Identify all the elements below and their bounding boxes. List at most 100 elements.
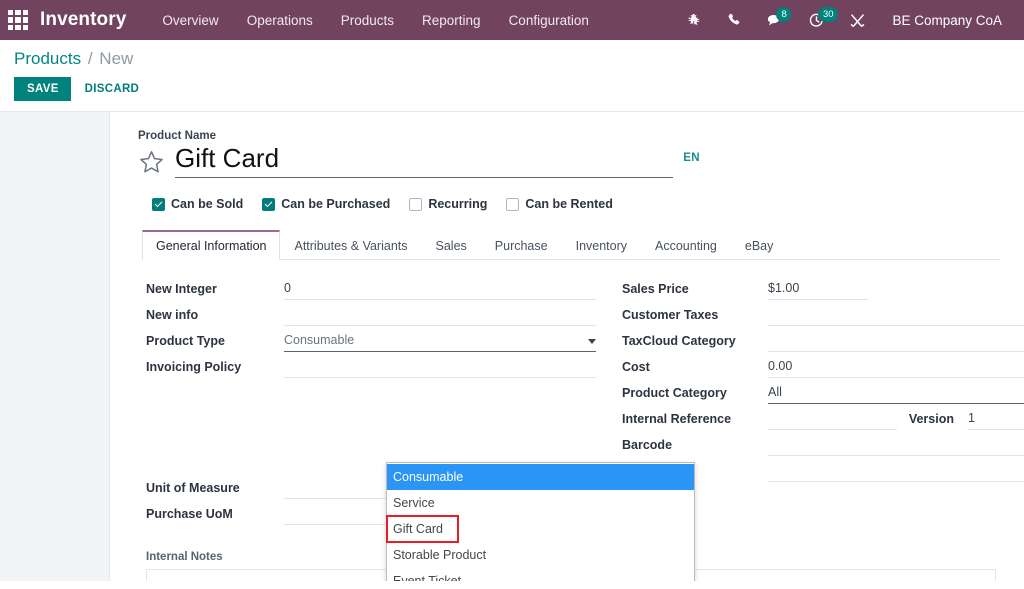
field-new-info: New info xyxy=(146,300,596,326)
product-title-row: Gift Card EN xyxy=(138,143,683,180)
field-taxcloud-category-value[interactable] xyxy=(768,334,1024,352)
field-customer-taxes-value[interactable] xyxy=(768,308,1024,326)
language-badge[interactable]: EN xyxy=(683,152,700,164)
field-company-value[interactable] xyxy=(768,464,1024,482)
field-cost-value[interactable]: 0.00 xyxy=(768,359,1024,378)
navbar-systray: 8 30 BE Company CoA xyxy=(674,0,1012,40)
field-invoicing-policy-value[interactable] xyxy=(284,360,596,378)
field-new-integer-label: New Integer xyxy=(146,282,284,300)
dropdown-option-service[interactable]: Service xyxy=(387,490,694,516)
field-purchase-uom-label: Purchase UoM xyxy=(146,507,284,525)
product-name-value[interactable]: Gift Card xyxy=(175,143,683,177)
top-navbar: Inventory Overview Operations Products R… xyxy=(0,0,1024,40)
field-product-category: Product Category All xyxy=(622,378,1024,404)
field-new-info-value[interactable] xyxy=(284,308,596,326)
field-taxcloud-category: TaxCloud Category xyxy=(622,326,1024,352)
breadcrumb-separator: / xyxy=(88,49,93,68)
menu-item-overview[interactable]: Overview xyxy=(148,2,232,39)
control-panel-buttons: SAVE DISCARD xyxy=(14,77,1024,101)
apps-grid-icon[interactable] xyxy=(8,10,28,30)
field-sales-price-value[interactable]: $1.00 xyxy=(768,281,868,300)
breadcrumb-current: New xyxy=(99,49,133,68)
product-flags-row: Can be Sold Can be Purchased Recurring C… xyxy=(152,197,1024,211)
save-button[interactable]: SAVE xyxy=(14,77,71,101)
field-cost-label: Cost xyxy=(622,360,768,378)
internal-reference-with-version: Version 1 xyxy=(768,411,1024,430)
tab-inventory[interactable]: Inventory xyxy=(562,230,641,260)
field-sales-price: Sales Price $1.00 xyxy=(622,274,1024,300)
field-taxcloud-category-label: TaxCloud Category xyxy=(622,334,768,352)
dropdown-option-gift-card[interactable]: Gift Card xyxy=(387,516,458,542)
tab-ebay[interactable]: eBay xyxy=(731,230,788,260)
bug-icon[interactable] xyxy=(674,0,714,40)
product-type-dropdown: Consumable Service Gift Card Storable Pr… xyxy=(386,462,695,581)
field-invoicing-policy-label: Invoicing Policy xyxy=(146,360,284,378)
left-rail xyxy=(0,112,110,581)
field-product-type-select[interactable]: Consumable xyxy=(284,333,596,352)
checkbox-can-be-rented[interactable]: Can be Rented xyxy=(506,197,613,211)
field-product-type-label: Product Type xyxy=(146,334,284,352)
field-barcode-label: Barcode xyxy=(622,438,768,456)
dropdown-option-storable-product[interactable]: Storable Product xyxy=(387,542,694,568)
field-cost: Cost 0.00 xyxy=(622,352,1024,378)
form-sheet: Product Name Gift Card EN Can be Sold Ca… xyxy=(110,112,1024,581)
checkbox-can-be-purchased-box[interactable] xyxy=(262,198,275,211)
menu-item-reporting[interactable]: Reporting xyxy=(408,2,495,39)
control-panel: Products / New SAVE DISCARD xyxy=(0,40,1024,112)
menu-item-products[interactable]: Products xyxy=(327,2,408,39)
tab-general-information[interactable]: General Information xyxy=(142,230,280,260)
checkbox-recurring-box[interactable] xyxy=(409,198,422,211)
field-internal-reference-value[interactable] xyxy=(768,412,897,430)
chat-badge-count: 8 xyxy=(776,7,791,22)
checkbox-can-be-sold-box[interactable] xyxy=(152,198,165,211)
phone-icon[interactable] xyxy=(714,0,754,40)
menu-item-operations[interactable]: Operations xyxy=(233,2,327,39)
field-version-label: Version xyxy=(897,412,968,430)
field-customer-taxes: Customer Taxes xyxy=(622,300,1024,326)
app-brand-inventory[interactable]: Inventory xyxy=(40,9,126,31)
checkbox-can-be-purchased[interactable]: Can be Purchased xyxy=(262,197,390,211)
tools-icon[interactable] xyxy=(837,0,878,40)
activity-clock-icon[interactable]: 30 xyxy=(796,0,837,40)
field-product-type-value: Consumable xyxy=(284,333,354,348)
checkbox-can-be-purchased-label: Can be Purchased xyxy=(281,197,390,211)
form-tabs: General Information Attributes & Variant… xyxy=(142,230,1000,260)
title-underline xyxy=(175,177,673,178)
checkbox-can-be-sold[interactable]: Can be Sold xyxy=(152,197,243,211)
checkbox-recurring-label: Recurring xyxy=(428,197,487,211)
favorite-star-icon[interactable] xyxy=(138,149,165,180)
product-name-field[interactable]: Gift Card xyxy=(175,143,683,178)
user-menu[interactable]: BE Company CoA xyxy=(878,13,1012,28)
field-invoicing-policy: Invoicing Policy xyxy=(146,352,596,378)
checkbox-can-be-rented-box[interactable] xyxy=(506,198,519,211)
field-barcode-value[interactable] xyxy=(768,438,1024,456)
field-internal-reference: Internal Reference Version 1 xyxy=(622,404,1024,430)
breadcrumb: Products / New xyxy=(14,49,1024,69)
field-product-type: Product Type Consumable xyxy=(146,326,596,352)
field-internal-reference-label: Internal Reference xyxy=(622,412,768,430)
field-product-category-value[interactable]: All xyxy=(768,385,1024,404)
field-new-integer: New Integer 0 xyxy=(146,274,596,300)
tab-accounting[interactable]: Accounting xyxy=(641,230,731,260)
main-menu: Overview Operations Products Reporting C… xyxy=(148,2,602,39)
field-new-info-label: New info xyxy=(146,308,284,326)
field-customer-taxes-label: Customer Taxes xyxy=(622,308,768,326)
tab-attributes-variants[interactable]: Attributes & Variants xyxy=(280,230,421,260)
field-version-value[interactable]: 1 xyxy=(968,411,1024,430)
menu-item-configuration[interactable]: Configuration xyxy=(495,2,603,39)
discard-button[interactable]: DISCARD xyxy=(75,77,150,101)
dropdown-option-consumable[interactable]: Consumable xyxy=(387,464,694,490)
dropdown-option-event-ticket[interactable]: Event Ticket xyxy=(387,568,694,581)
field-new-integer-value[interactable]: 0 xyxy=(284,281,596,300)
field-barcode: Barcode xyxy=(622,430,1024,456)
breadcrumb-products[interactable]: Products xyxy=(14,49,81,68)
checkbox-can-be-rented-label: Can be Rented xyxy=(525,197,613,211)
tab-purchase[interactable]: Purchase xyxy=(481,230,562,260)
chat-icon[interactable]: 8 xyxy=(754,0,796,40)
chevron-down-icon[interactable] xyxy=(588,339,596,344)
field-sales-price-label: Sales Price xyxy=(622,282,768,300)
checkbox-recurring[interactable]: Recurring xyxy=(409,197,487,211)
field-product-category-label: Product Category xyxy=(622,386,768,404)
tab-sales[interactable]: Sales xyxy=(422,230,481,260)
field-unit-of-measure-label: Unit of Measure xyxy=(146,481,284,499)
